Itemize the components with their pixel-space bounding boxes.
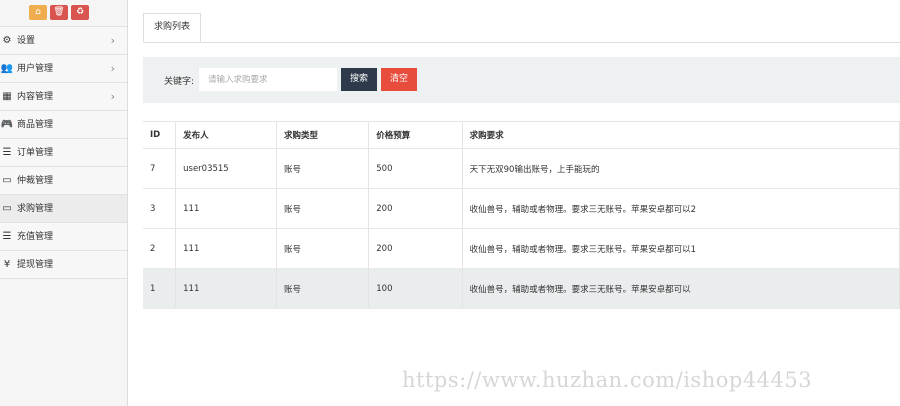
sidebar-item-label: 仲裁管理	[17, 176, 54, 186]
cell-budget: 200	[368, 228, 463, 269]
table-row[interactable]: 1 111 账号 100 收仙兽号，辅助或者物理。要求三无账号。苹果安卓都可以	[143, 268, 900, 309]
sidebar: ⌂ 🗑 ♻ ⚙ 设置 › 👥 用户管理 › ▦ 内容管理 › 🎮 商品管理 ☰ …	[0, 0, 128, 406]
cell-publisher: 111	[175, 268, 278, 309]
recycle-icon[interactable]: ♻	[71, 5, 89, 20]
gear-icon: ⚙	[2, 35, 12, 46]
sidebar-item-label: 用户管理	[17, 64, 54, 74]
watermark-text: https://www.huzhan.com/ishop44453	[402, 368, 813, 392]
table-header-row: ID 发布人 求购类型 价格预算 求购要求	[143, 121, 900, 149]
table-row[interactable]: 2 111 账号 200 收仙兽号，辅助或者物理。要求三无账号。苹果安卓都可以1	[143, 228, 900, 269]
chevron-right-icon: ›	[110, 62, 115, 75]
trash-icon[interactable]: 🗑	[50, 5, 68, 20]
gamepad-icon: 🎮	[0, 119, 14, 130]
cell-budget: 100	[368, 268, 463, 309]
sidebar-item-label: 求购管理	[17, 204, 54, 214]
cell-budget: 500	[368, 148, 463, 189]
sidebar-item-label: 充值管理	[17, 232, 54, 242]
main-content: 求购列表 关键字: 搜索 清空 ID 发布人 求购类型 价格预算 求购要求 7 …	[129, 0, 900, 406]
quick-action-bar: ⌂ 🗑 ♻	[0, 0, 127, 27]
search-button[interactable]: 搜索	[341, 68, 377, 91]
sidebar-item-label: 订单管理	[17, 148, 54, 158]
column-header-publisher[interactable]: 发布人	[175, 121, 278, 149]
sidebar-item-settings[interactable]: ⚙ 设置 ›	[0, 27, 127, 55]
list-icon: ☰	[2, 231, 12, 242]
monitor-icon: ▭	[2, 175, 12, 186]
grid-icon: ▦	[2, 91, 12, 102]
cell-requirement: 收仙兽号，辅助或者物理。要求三无账号。苹果安卓都可以2	[462, 188, 900, 229]
tab-purchase-list[interactable]: 求购列表	[143, 13, 202, 42]
column-header-budget[interactable]: 价格预算	[368, 121, 463, 149]
sidebar-item-withdrawal[interactable]: ¥ 提现管理	[0, 251, 127, 279]
cell-requirement: 收仙兽号，辅助或者物理。要求三无账号。苹果安卓都可以1	[462, 228, 900, 269]
cell-budget: 200	[368, 188, 463, 229]
column-header-requirement[interactable]: 求购要求	[462, 121, 900, 149]
cell-id: 3	[143, 188, 177, 229]
chevron-right-icon: ›	[110, 34, 115, 47]
sidebar-item-label: 提现管理	[17, 260, 54, 270]
cell-id: 1	[143, 268, 177, 309]
home-icon[interactable]: ⌂	[29, 5, 47, 20]
sidebar-item-products[interactable]: 🎮 商品管理	[0, 111, 127, 139]
cell-requirement: 天下无双90输出账号，上手能玩的	[462, 148, 900, 189]
sidebar-item-content[interactable]: ▦ 内容管理 ›	[0, 83, 127, 111]
sidebar-item-arbitration[interactable]: ▭ 仲裁管理	[0, 167, 127, 195]
sidebar-item-orders[interactable]: ☰ 订单管理	[0, 139, 127, 167]
table-row[interactable]: 3 111 账号 200 收仙兽号，辅助或者物理。要求三无账号。苹果安卓都可以2	[143, 188, 900, 229]
table-row[interactable]: 7 user03515 账号 500 天下无双90输出账号，上手能玩的	[143, 148, 900, 189]
sidebar-item-label: 商品管理	[17, 120, 54, 130]
sidebar-item-recharge[interactable]: ☰ 充值管理	[0, 223, 127, 251]
cell-publisher: 111	[175, 188, 278, 229]
cell-type: 账号	[276, 268, 370, 309]
money-icon: ¥	[3, 259, 11, 270]
sidebar-item-label: 内容管理	[17, 92, 54, 102]
users-icon: 👥	[0, 63, 14, 74]
clear-button[interactable]: 清空	[381, 68, 417, 91]
cell-requirement: 收仙兽号，辅助或者物理。要求三无账号。苹果安卓都可以	[462, 268, 900, 309]
sidebar-item-label: 设置	[17, 36, 36, 46]
cell-type: 账号	[276, 148, 370, 189]
cell-publisher: 111	[175, 228, 278, 269]
sidebar-item-users[interactable]: 👥 用户管理 ›	[0, 55, 127, 83]
purchase-table: ID 发布人 求购类型 价格预算 求购要求 7 user03515 账号 500…	[143, 121, 900, 309]
chevron-right-icon: ›	[110, 90, 115, 103]
cell-type: 账号	[276, 188, 370, 229]
search-bar: 关键字: 搜索 清空	[143, 57, 900, 103]
monitor-icon: ▭	[2, 203, 12, 214]
cell-id: 2	[143, 228, 177, 269]
list-icon: ☰	[2, 147, 12, 158]
sidebar-item-purchase-requests[interactable]: ▭ 求购管理	[0, 195, 127, 223]
cell-publisher: user03515	[175, 148, 278, 189]
tab-bar: 求购列表	[143, 13, 900, 43]
keyword-input[interactable]	[199, 68, 337, 91]
column-header-id[interactable]: ID	[143, 121, 177, 149]
cell-type: 账号	[276, 228, 370, 269]
keyword-label: 关键字:	[164, 77, 195, 87]
cell-id: 7	[143, 148, 177, 189]
column-header-type[interactable]: 求购类型	[276, 121, 370, 149]
